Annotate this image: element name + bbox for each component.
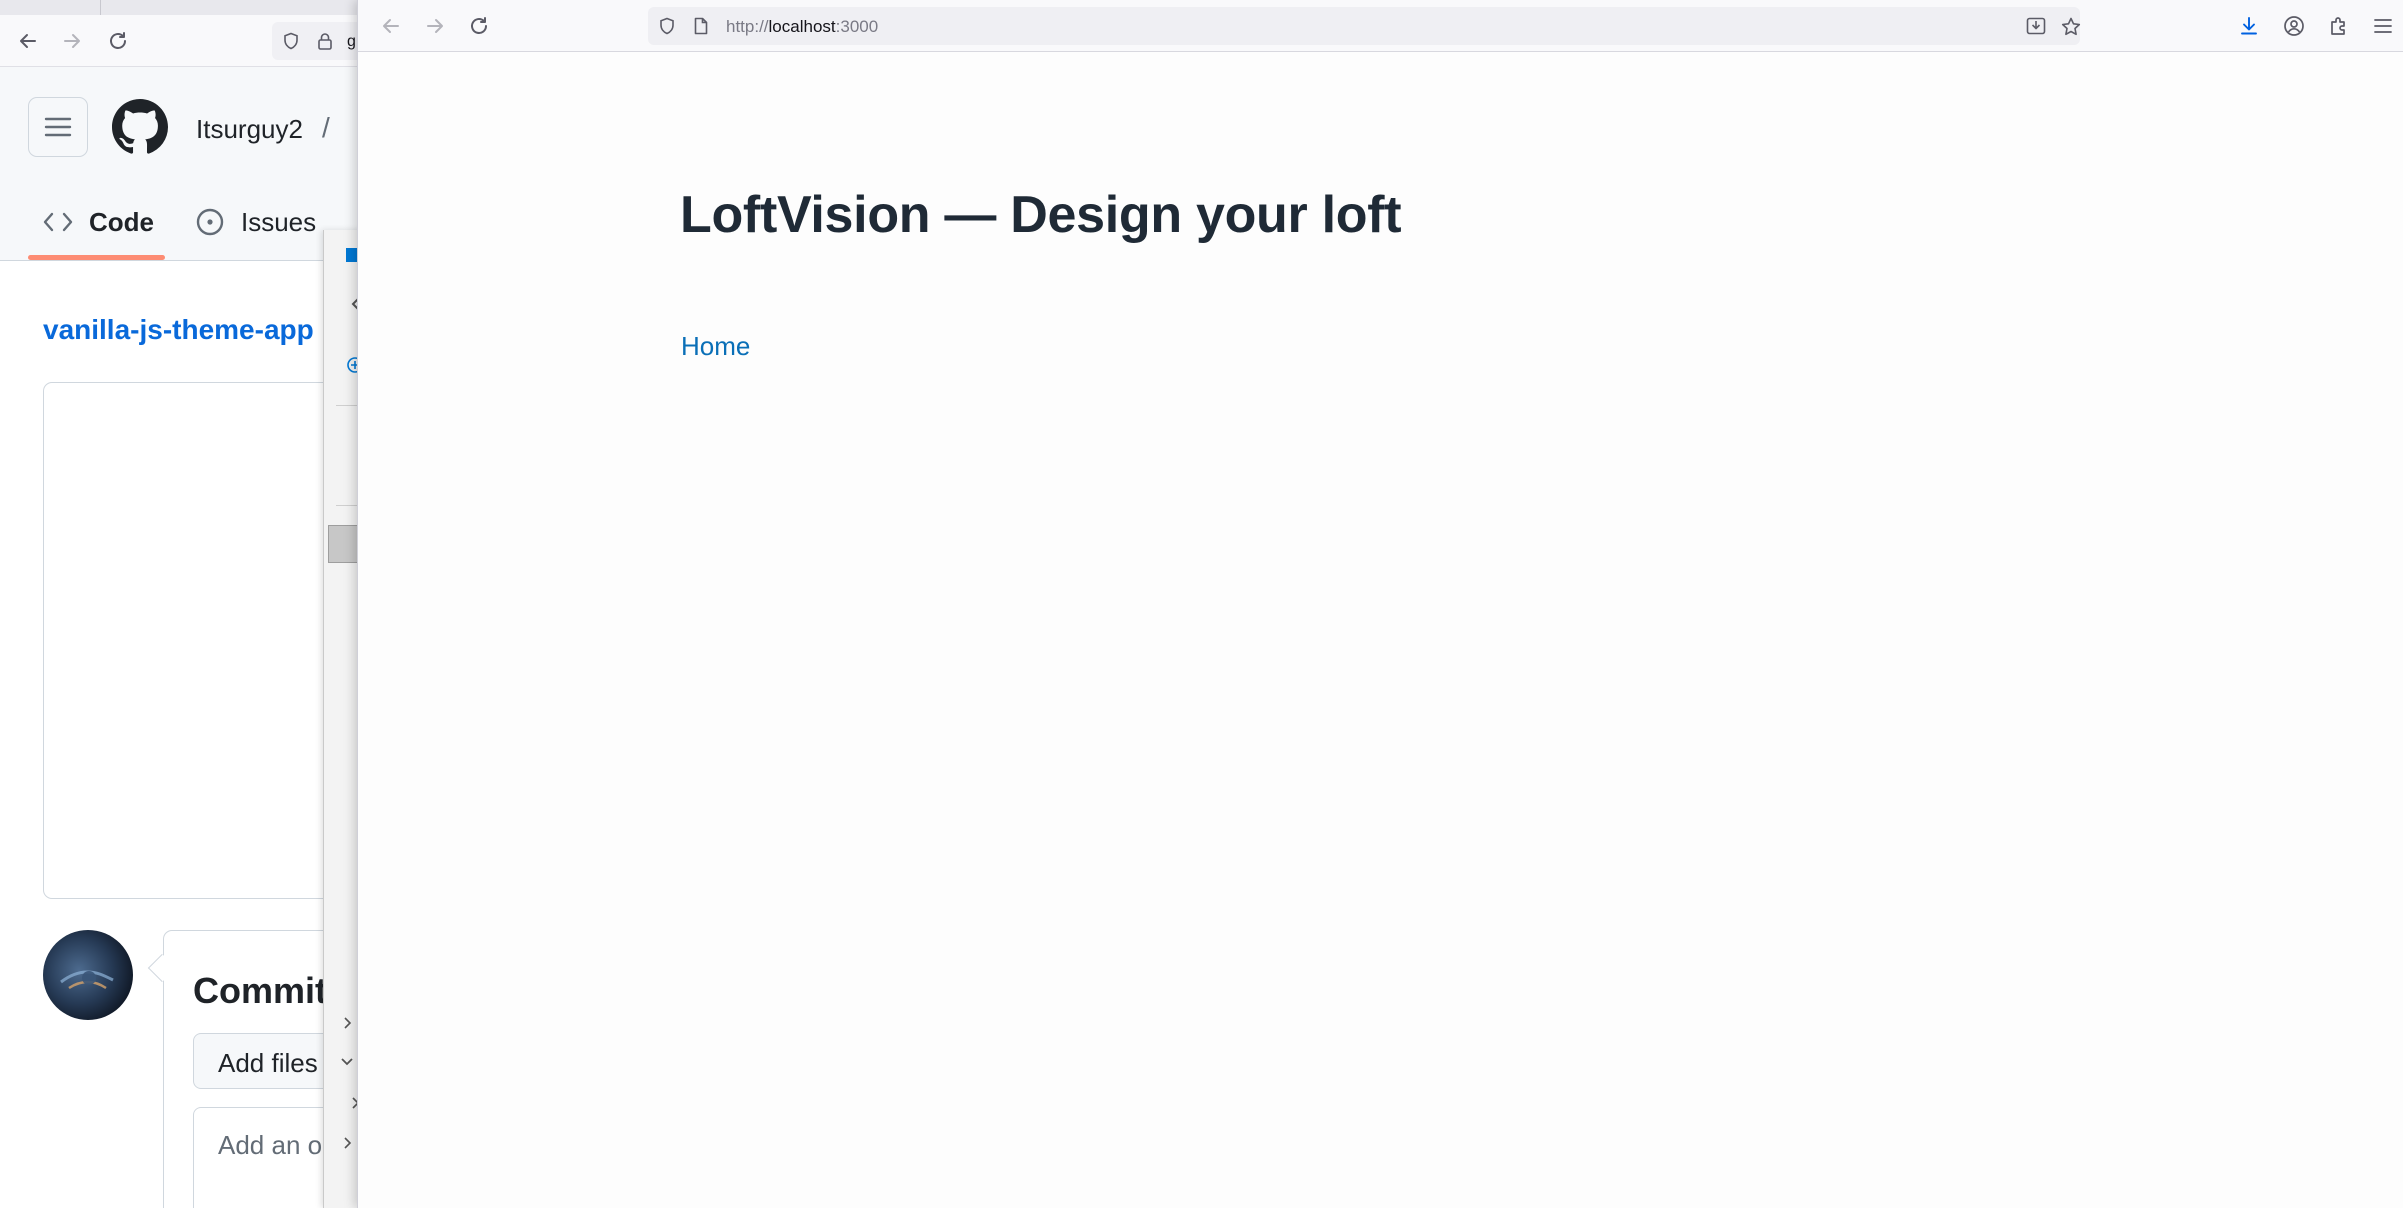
- commit-description-placeholder: Add an o: [218, 1130, 323, 1160]
- forward-icon[interactable]: [421, 12, 449, 40]
- bookmark-star-icon[interactable]: [2061, 17, 2081, 36]
- user-avatar[interactable]: [43, 930, 133, 1020]
- url-scheme: http://: [726, 17, 769, 36]
- background-tab-strip: [0, 0, 360, 15]
- app-menu-icon[interactable]: [2369, 12, 2397, 40]
- page-info-icon[interactable]: [693, 17, 709, 35]
- lock-icon[interactable]: [317, 32, 333, 50]
- page-title: LoftVision — Design your loft: [680, 186, 1402, 244]
- back-icon[interactable]: [14, 27, 42, 55]
- address-bar[interactable]: http://localhost:3000: [648, 7, 2081, 45]
- background-address-bar[interactable]: g: [272, 22, 360, 60]
- chevron-right-icon[interactable]: [342, 1136, 352, 1150]
- reload-icon[interactable]: [104, 27, 132, 55]
- browser-toolbar: http://localhost:3000: [358, 0, 2403, 52]
- extensions-icon[interactable]: [2325, 12, 2353, 40]
- chevron-down-icon[interactable]: [340, 1056, 354, 1066]
- tracking-shield-icon[interactable]: [282, 32, 300, 50]
- active-tab-underline: [28, 255, 165, 260]
- tracking-shield-icon[interactable]: [658, 17, 676, 35]
- tab-code[interactable]: Code: [43, 199, 154, 245]
- forward-icon[interactable]: [58, 27, 86, 55]
- front-browser-window: http://localhost:3000 LoftVision — Desig…: [357, 0, 2403, 1208]
- commit-heading: Commit: [193, 970, 327, 1011]
- repo-content-box: [43, 382, 360, 899]
- downloads-icon[interactable]: [2235, 12, 2263, 40]
- tab-issues-label: Issues: [241, 206, 317, 237]
- background-browser-window: g Itsurguy2 / Code Issues vanilla-js-the…: [0, 0, 360, 1208]
- repo-name-link[interactable]: vanilla-js-theme-app: [43, 314, 314, 346]
- url-text[interactable]: http://localhost:3000: [726, 17, 878, 37]
- path-separator: /: [322, 112, 330, 143]
- tab-code-label: Code: [89, 206, 154, 237]
- account-icon[interactable]: [2280, 12, 2308, 40]
- hamburger-menu-button[interactable]: [28, 97, 88, 157]
- reload-icon[interactable]: [465, 12, 493, 40]
- url-host: localhost: [768, 17, 836, 36]
- hamburger-icon: [44, 117, 72, 137]
- background-browser-toolbar: g: [0, 15, 360, 67]
- save-to-pocket-icon[interactable]: [2026, 17, 2046, 35]
- add-files-label: Add files: [218, 1048, 318, 1078]
- repo-owner-link[interactable]: Itsurguy2: [196, 114, 303, 145]
- home-link[interactable]: Home: [681, 331, 750, 362]
- chevron-right-icon[interactable]: [342, 1016, 352, 1030]
- tab-issues[interactable]: Issues: [195, 199, 316, 245]
- github-logo-icon[interactable]: [112, 99, 168, 155]
- issue-opened-icon: [195, 207, 225, 237]
- page-content: LoftVision — Design your loft Home: [358, 52, 2403, 1208]
- code-icon: [43, 210, 73, 234]
- github-repo-header: Itsurguy2 / Code Issues: [0, 67, 360, 261]
- url-port: :3000: [835, 17, 879, 36]
- background-url-text[interactable]: g: [347, 33, 356, 51]
- back-icon[interactable]: [377, 12, 405, 40]
- handshake-avatar-image: [60, 970, 114, 990]
